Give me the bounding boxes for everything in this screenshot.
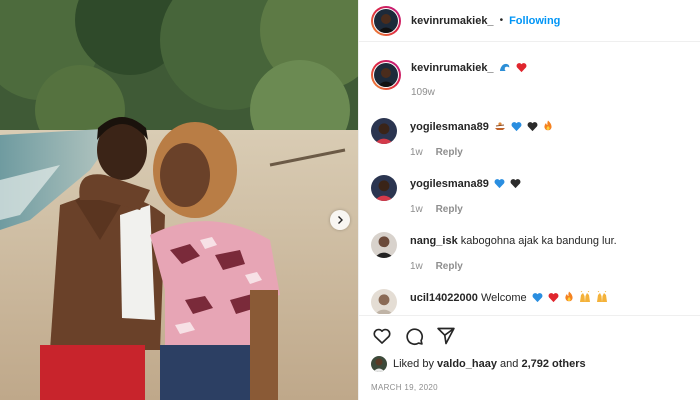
comment-item: ucil14022000 Welcome [371,289,608,314]
heart-outline-icon [373,328,391,344]
fire-emoji-icon [565,291,573,302]
author-username[interactable]: kevinrumakiek_ [411,15,494,27]
caption-time: 109w [411,87,435,98]
comment-item: nang_isk kabogohna ajak ka bandung lur. … [371,232,617,272]
fire-emoji-icon [544,120,552,131]
post-photo[interactable] [0,0,358,400]
comment-item: yogilesmana89 1w Reply [371,175,521,215]
comment-bubble-icon [406,327,424,345]
blue-heart-emoji-icon [494,179,505,189]
separator-dot: • [499,15,504,26]
raised-hands-emoji-icon [579,291,590,302]
commenter-avatar[interactable] [371,118,397,144]
black-heart-emoji-icon [510,179,521,189]
comment-username[interactable]: nang_isk [410,235,458,247]
comment-item: yogilesmana89 1w Reply [371,118,553,158]
reply-button[interactable]: Reply [436,204,463,215]
caption-username[interactable]: kevinrumakiek_ [411,62,494,74]
liker-avatar[interactable] [371,356,387,372]
commenter-avatar[interactable] [371,175,397,201]
likes-summary: Liked by valdo_haay and 2,792 others [371,356,586,372]
comment-username[interactable]: yogilesmana89 [410,121,489,133]
commenter-avatar[interactable] [371,232,397,258]
like-button[interactable] [371,325,393,347]
caption-author-avatar[interactable] [371,60,401,90]
share-button[interactable] [435,325,457,347]
rowing-emoji-icon [494,122,505,130]
next-photo-button[interactable] [330,210,350,230]
comment-time: 1w [410,261,423,272]
red-heart-emoji-icon [516,63,527,73]
commenter-avatar[interactable] [371,289,397,314]
caption-item: kevinrumakiek_ 109w [371,60,527,98]
comment-button[interactable] [403,325,425,347]
caption-avatar-image [374,63,398,87]
comment-username[interactable]: ucil14022000 [410,292,478,304]
comment-username[interactable]: yogilesmana89 [410,178,489,190]
raised-hands-emoji-icon [596,291,607,302]
author-avatar-image [374,8,398,33]
post-header: kevinrumakiek_ • Following [359,0,700,42]
comment-text: kabogohna ajak ka bandung lur. [460,235,617,247]
author-avatar[interactable] [371,5,401,36]
reply-button[interactable]: Reply [436,147,463,158]
beach-photo [0,0,358,400]
comment-time: 1w [410,204,423,215]
comment-text: Welcome [480,292,527,304]
post-actions-bar [359,315,700,355]
paper-plane-icon [437,327,455,344]
black-heart-emoji-icon [527,122,538,132]
following-button[interactable]: Following [509,15,560,27]
wave-emoji-icon [499,63,509,71]
chevron-right-icon [338,216,343,224]
instagram-post: kevinrumakiek_ • Following kevinrumakiek… [0,0,700,400]
likes-count[interactable]: 2,792 others [521,358,585,370]
liked-by-prefix: Liked by [393,358,434,370]
comments-list[interactable]: kevinrumakiek_ 109w yogilesmana89 1w Rep… [359,43,700,314]
reply-button[interactable]: Reply [436,261,463,272]
red-heart-emoji-icon [548,293,559,303]
blue-heart-emoji-icon [532,293,543,303]
post-date: MARCH 19, 2020 [371,383,438,392]
liked-by-connector: and [500,358,519,370]
post-side-panel: kevinrumakiek_ • Following kevinrumakiek… [358,0,700,400]
liker-username[interactable]: valdo_haay [437,358,497,370]
comment-time: 1w [410,147,423,158]
blue-heart-emoji-icon [511,122,522,132]
